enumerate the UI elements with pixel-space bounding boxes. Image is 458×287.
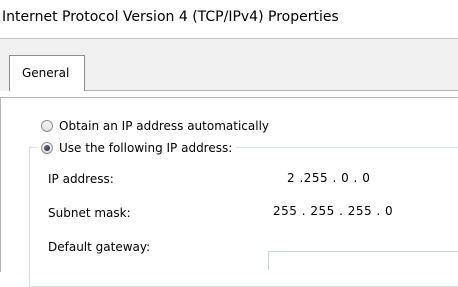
window-title: Internet Protocol Version 4 (TCP/IPv4) P… xyxy=(2,9,339,25)
obtain-ip-automatically-radio[interactable]: Obtain an IP address automatically xyxy=(41,117,269,135)
tab-general[interactable]: General xyxy=(9,55,85,91)
use-following-ip-radio[interactable]: Use the following IP address: xyxy=(37,139,237,157)
subnet-mask-label: Subnet mask: xyxy=(48,206,131,220)
title-bar: Internet Protocol Version 4 (TCP/IPv4) P… xyxy=(0,0,458,39)
ip-address-label: IP address: xyxy=(48,172,114,186)
subnet-mask-field[interactable]: 255 . 255 . 255 . 0 xyxy=(273,204,393,218)
radio-unselected-icon xyxy=(41,120,53,132)
tab-strip: General xyxy=(0,39,458,91)
default-gateway-label: Default gateway: xyxy=(48,240,151,254)
use-following-ip-label: Use the following IP address: xyxy=(59,141,233,155)
obtain-ip-automatically-label: Obtain an IP address automatically xyxy=(59,119,270,133)
ip-address-field[interactable]: 2 .255 . 0 . 0 xyxy=(287,171,370,185)
radio-selected-icon xyxy=(41,142,53,154)
default-gateway-field[interactable] xyxy=(268,251,458,270)
tab-general-label: General xyxy=(22,66,70,80)
